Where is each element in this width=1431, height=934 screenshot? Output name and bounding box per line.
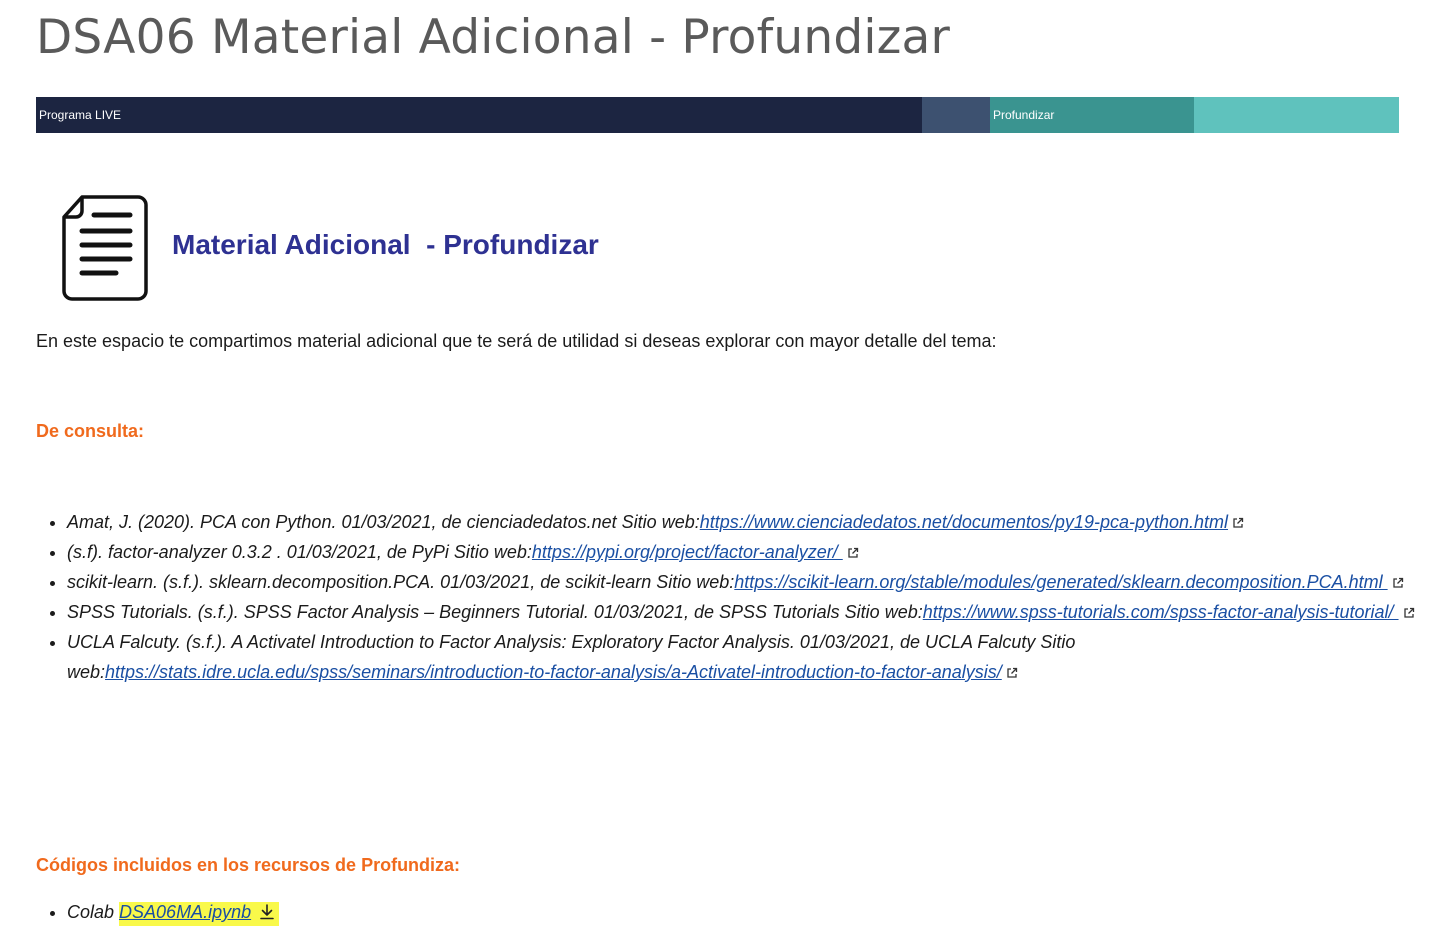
code-prefix: Colab [67,902,120,922]
section-heading: Material Adicional - Profundizar [172,229,599,260]
list-item: UCLA Falcuty. (s.f.). A Activatel Introd… [67,627,1427,687]
list-item: Amat, J. (2020). PCA con Python. 01/03/2… [67,507,1427,537]
external-link-icon [1403,607,1414,618]
reference-text: scikit-learn. (s.f.). sklearn.decomposit… [67,572,735,592]
reference-text: SPSS Tutorials. (s.f.). SPSS Factor Anal… [67,602,923,622]
reference-text: (s.f). factor-analyzer 0.3.2 . 01/03/202… [67,542,532,562]
external-link-icon [848,547,858,558]
external-link-icon [1233,517,1244,528]
progress-segment-label: Programa LIVE [39,108,122,122]
reference-text: Amat, J. (2020). PCA con Python. 01/03/2… [67,512,700,532]
reference-link[interactable]: https://scikit-learn.org/stable/modules/… [734,572,1387,592]
reference-link[interactable]: https://www.spss-tutorials.com/spss-fact… [923,602,1399,622]
progress-segment-profundizar[interactable]: Profundizar [990,97,1194,133]
reference-link[interactable]: https://www.cienciadedatos.net/documento… [700,512,1228,532]
intro-text: En este espacio te compartimos material … [36,331,997,351]
external-link-icon [1392,577,1403,588]
progress-bar: Programa LIVE Profundizar [36,97,1399,133]
consulta-heading: De consulta: [36,421,145,441]
codes-list: Colab DSA06MA.ipynb [36,897,280,927]
progress-segment-label: Profundizar [993,108,1055,122]
external-link-icon [1007,667,1017,678]
codes-heading: Códigos incluidos en los recursos de Pro… [36,855,461,875]
list-item: (s.f). factor-analyzer 0.3.2 . 01/03/202… [67,537,1427,567]
reference-link[interactable]: https://stats.idre.ucla.edu/spss/seminar… [105,662,1002,682]
code-file-link[interactable]: DSA06MA.ipynb [119,902,251,922]
highlighted-download: DSA06MA.ipynb [119,902,280,926]
reference-link[interactable]: https://pypi.org/project/factor-analyzer… [532,542,843,562]
document-lines-icon [62,195,148,301]
download-icon[interactable] [259,904,275,920]
page-title: DSA06 Material Adicional - Profundizar [36,10,951,65]
references-list: Amat, J. (2020). PCA con Python. 01/03/2… [36,507,1427,687]
progress-segment-mid[interactable] [922,97,990,133]
list-item: SPSS Tutorials. (s.f.). SPSS Factor Anal… [67,597,1427,627]
progress-segment-end[interactable] [1194,97,1399,133]
list-item: scikit-learn. (s.f.). sklearn.decomposit… [67,567,1427,597]
list-item: Colab DSA06MA.ipynb [67,897,280,927]
progress-segment-programa-live[interactable]: Programa LIVE [36,97,922,133]
